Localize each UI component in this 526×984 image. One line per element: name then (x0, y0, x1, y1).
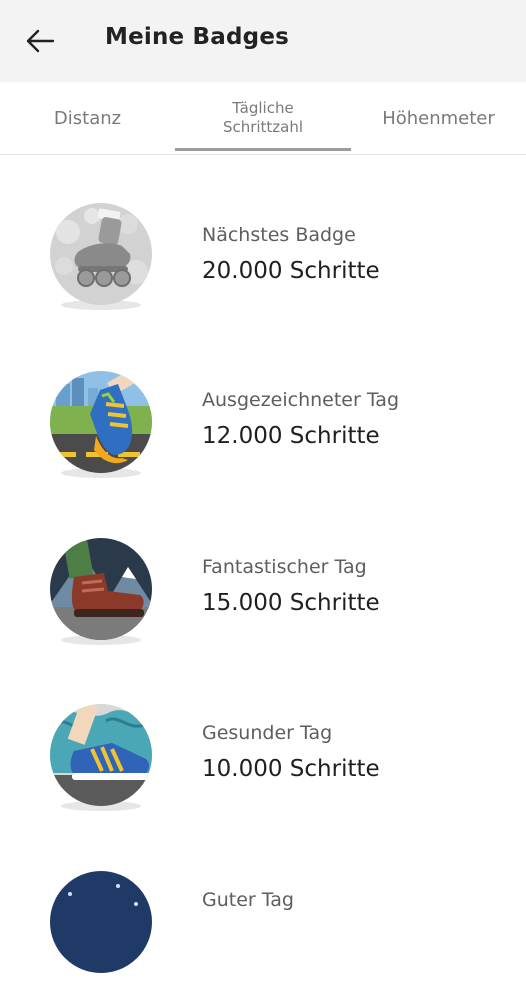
hiking-boot-badge-icon (48, 537, 154, 651)
tab-distanz[interactable]: Distanz (0, 82, 175, 154)
badge-label: Gesunder Tag (202, 722, 333, 744)
badge-label: Guter Tag (202, 889, 294, 911)
night-badge-icon (48, 870, 154, 984)
list-item[interactable]: Gesunder Tag 10.000 Schritte (0, 654, 526, 811)
list-item[interactable]: Guter Tag (0, 821, 526, 973)
badge-label: Nächstes Badge (202, 224, 356, 246)
tab-hoehenmeter[interactable]: Höhenmeter (351, 82, 526, 154)
sneaker-badge-icon (48, 703, 154, 817)
tab-label: Distanz (53, 107, 122, 129)
badge-steps: 10.000 Schritte (202, 756, 380, 782)
badge-label: Fantastischer Tag (202, 556, 367, 578)
back-button[interactable] (18, 21, 62, 61)
list-item[interactable]: Fantastischer Tag 15.000 Schritte (0, 488, 526, 645)
running-shoe-badge-icon (48, 370, 154, 484)
list-item[interactable]: Nächstes Badge 20.000 Schritte (0, 155, 526, 310)
tab-taegliche-schrittzahl[interactable]: Tägliche Schrittzahl (175, 82, 351, 154)
badge-steps: 20.000 Schritte (202, 258, 380, 284)
roller-skate-badge-icon (48, 202, 154, 316)
tab-label: Tägliche Schrittzahl (222, 99, 304, 136)
app-bar: Meine Badges (0, 0, 526, 82)
list-item[interactable]: Ausgezeichneter Tag 12.000 Schritte (0, 321, 526, 478)
badge-steps: 12.000 Schritte (202, 423, 380, 449)
page-title: Meine Badges (105, 24, 290, 50)
tab-indicator (175, 148, 351, 151)
tab-label: Höhenmeter (382, 107, 495, 129)
tab-bar: Distanz Tägliche Schrittzahl Höhenmeter (0, 82, 526, 155)
arrow-left-icon (26, 29, 55, 53)
badge-steps: 15.000 Schritte (202, 590, 380, 616)
badge-label: Ausgezeichneter Tag (202, 389, 400, 411)
